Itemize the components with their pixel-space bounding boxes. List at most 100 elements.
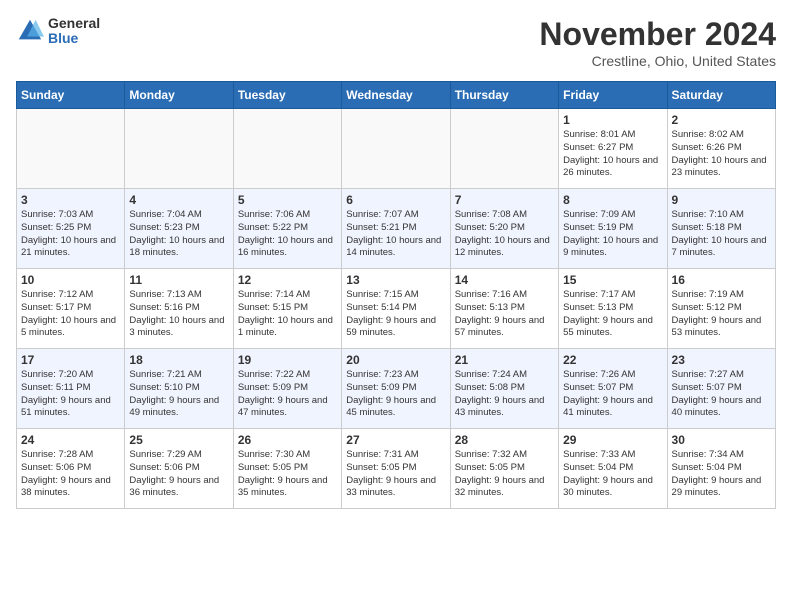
logo-general-text: General xyxy=(48,16,100,31)
day-number: 28 xyxy=(455,433,554,447)
calendar-cell: 20 Sunrise: 7:23 AM Sunset: 5:09 PM Dayli… xyxy=(342,349,450,429)
day-info: Sunrise: 7:07 AM Sunset: 5:21 PM Dayligh… xyxy=(346,209,445,260)
calendar-cell: 26 Sunrise: 7:30 AM Sunset: 5:05 PM Dayli… xyxy=(233,429,341,509)
day-number: 15 xyxy=(563,273,662,287)
day-info: Sunrise: 7:06 AM Sunset: 5:22 PM Dayligh… xyxy=(238,209,337,260)
calendar-week-row: 24 Sunrise: 7:28 AM Sunset: 5:06 PM Dayli… xyxy=(17,429,776,509)
day-info: Sunrise: 7:28 AM Sunset: 5:06 PM Dayligh… xyxy=(21,449,120,500)
day-info: Sunrise: 7:09 AM Sunset: 5:19 PM Dayligh… xyxy=(563,209,662,260)
day-info: Sunrise: 7:30 AM Sunset: 5:05 PM Dayligh… xyxy=(238,449,337,500)
day-info: Sunrise: 8:02 AM Sunset: 6:26 PM Dayligh… xyxy=(672,129,771,180)
calendar-cell: 1 Sunrise: 8:01 AM Sunset: 6:27 PM Daylig… xyxy=(559,109,667,189)
day-number: 5 xyxy=(238,193,337,207)
day-number: 11 xyxy=(129,273,228,287)
calendar-cell: 5 Sunrise: 7:06 AM Sunset: 5:22 PM Daylig… xyxy=(233,189,341,269)
location-text: Crestline, Ohio, United States xyxy=(539,53,776,69)
calendar-cell: 29Sunrise: 7:33 AM Sunset: 5:04 PM Dayli… xyxy=(559,429,667,509)
day-number: 20 xyxy=(346,353,445,367)
calendar-cell: 17Sunrise: 7:20 AM Sunset: 5:11 PM Dayli… xyxy=(17,349,125,429)
weekday-header: Tuesday xyxy=(233,82,341,109)
day-number: 13 xyxy=(346,273,445,287)
calendar-cell: 13 Sunrise: 7:15 AM Sunset: 5:14 PM Dayli… xyxy=(342,269,450,349)
day-number: 1 xyxy=(563,113,662,127)
day-number: 26 xyxy=(238,433,337,447)
weekday-header: Wednesday xyxy=(342,82,450,109)
day-info: Sunrise: 7:19 AM Sunset: 5:12 PM Dayligh… xyxy=(672,289,771,340)
day-number: 3 xyxy=(21,193,120,207)
day-info: Sunrise: 7:10 AM Sunset: 5:18 PM Dayligh… xyxy=(672,209,771,260)
day-number: 21 xyxy=(455,353,554,367)
day-info: Sunrise: 7:04 AM Sunset: 5:23 PM Dayligh… xyxy=(129,209,228,260)
calendar-week-row: 1 Sunrise: 8:01 AM Sunset: 6:27 PM Daylig… xyxy=(17,109,776,189)
day-info: Sunrise: 7:31 AM Sunset: 5:05 PM Dayligh… xyxy=(346,449,445,500)
calendar-cell: 23Sunrise: 7:27 AM Sunset: 5:07 PM Dayli… xyxy=(667,349,775,429)
day-number: 24 xyxy=(21,433,120,447)
logo: General Blue xyxy=(16,16,100,47)
day-info: Sunrise: 7:24 AM Sunset: 5:08 PM Dayligh… xyxy=(455,369,554,420)
weekday-header: Thursday xyxy=(450,82,558,109)
logo-blue-text: Blue xyxy=(48,31,100,46)
calendar-cell: 14 Sunrise: 7:16 AM Sunset: 5:13 PM Dayli… xyxy=(450,269,558,349)
calendar-cell: 6Sunrise: 7:07 AM Sunset: 5:21 PM Daylig… xyxy=(342,189,450,269)
calendar-cell xyxy=(17,109,125,189)
calendar-table: SundayMondayTuesdayWednesdayThursdayFrid… xyxy=(16,81,776,509)
page-header: General Blue November 2024 Crestline, Oh… xyxy=(16,16,776,69)
day-info: Sunrise: 7:12 AM Sunset: 5:17 PM Dayligh… xyxy=(21,289,120,340)
title-block: November 2024 Crestline, Ohio, United St… xyxy=(539,16,776,69)
day-number: 4 xyxy=(129,193,228,207)
day-info: Sunrise: 7:22 AM Sunset: 5:09 PM Dayligh… xyxy=(238,369,337,420)
day-number: 14 xyxy=(455,273,554,287)
calendar-cell: 28 Sunrise: 7:32 AM Sunset: 5:05 PM Dayli… xyxy=(450,429,558,509)
day-info: Sunrise: 7:23 AM Sunset: 5:09 PM Dayligh… xyxy=(346,369,445,420)
calendar-header-row: SundayMondayTuesdayWednesdayThursdayFrid… xyxy=(17,82,776,109)
calendar-cell: 30 Sunrise: 7:34 AM Sunset: 5:04 PM Dayli… xyxy=(667,429,775,509)
day-info: Sunrise: 7:13 AM Sunset: 5:16 PM Dayligh… xyxy=(129,289,228,340)
calendar-cell: 4 Sunrise: 7:04 AM Sunset: 5:23 PM Daylig… xyxy=(125,189,233,269)
day-number: 9 xyxy=(672,193,771,207)
calendar-week-row: 17Sunrise: 7:20 AM Sunset: 5:11 PM Dayli… xyxy=(17,349,776,429)
logo-text: General Blue xyxy=(48,16,100,47)
calendar-cell xyxy=(125,109,233,189)
calendar-cell: 15 Sunrise: 7:17 AM Sunset: 5:13 PM Dayli… xyxy=(559,269,667,349)
day-number: 22 xyxy=(563,353,662,367)
day-number: 27 xyxy=(346,433,445,447)
calendar-week-row: 10Sunrise: 7:12 AM Sunset: 5:17 PM Dayli… xyxy=(17,269,776,349)
day-number: 7 xyxy=(455,193,554,207)
day-info: Sunrise: 7:29 AM Sunset: 5:06 PM Dayligh… xyxy=(129,449,228,500)
day-info: Sunrise: 7:17 AM Sunset: 5:13 PM Dayligh… xyxy=(563,289,662,340)
day-number: 8 xyxy=(563,193,662,207)
day-info: Sunrise: 7:15 AM Sunset: 5:14 PM Dayligh… xyxy=(346,289,445,340)
weekday-header: Monday xyxy=(125,82,233,109)
weekday-header: Friday xyxy=(559,82,667,109)
day-info: Sunrise: 8:01 AM Sunset: 6:27 PM Dayligh… xyxy=(563,129,662,180)
day-number: 2 xyxy=(672,113,771,127)
calendar-cell: 19Sunrise: 7:22 AM Sunset: 5:09 PM Dayli… xyxy=(233,349,341,429)
day-info: Sunrise: 7:32 AM Sunset: 5:05 PM Dayligh… xyxy=(455,449,554,500)
calendar-cell xyxy=(233,109,341,189)
day-number: 18 xyxy=(129,353,228,367)
day-info: Sunrise: 7:20 AM Sunset: 5:11 PM Dayligh… xyxy=(21,369,120,420)
day-info: Sunrise: 7:14 AM Sunset: 5:15 PM Dayligh… xyxy=(238,289,337,340)
day-info: Sunrise: 7:34 AM Sunset: 5:04 PM Dayligh… xyxy=(672,449,771,500)
calendar-cell: 3 Sunrise: 7:03 AM Sunset: 5:25 PM Daylig… xyxy=(17,189,125,269)
logo-icon xyxy=(16,17,44,45)
day-number: 16 xyxy=(672,273,771,287)
day-info: Sunrise: 7:03 AM Sunset: 5:25 PM Dayligh… xyxy=(21,209,120,260)
month-title: November 2024 xyxy=(539,16,776,53)
weekday-header: Saturday xyxy=(667,82,775,109)
day-info: Sunrise: 7:33 AM Sunset: 5:04 PM Dayligh… xyxy=(563,449,662,500)
day-number: 12 xyxy=(238,273,337,287)
calendar-week-row: 3 Sunrise: 7:03 AM Sunset: 5:25 PM Daylig… xyxy=(17,189,776,269)
weekday-header: Sunday xyxy=(17,82,125,109)
calendar-cell: 7Sunrise: 7:08 AM Sunset: 5:20 PM Daylig… xyxy=(450,189,558,269)
calendar-cell: 10Sunrise: 7:12 AM Sunset: 5:17 PM Dayli… xyxy=(17,269,125,349)
day-number: 30 xyxy=(672,433,771,447)
calendar-cell: 11 Sunrise: 7:13 AM Sunset: 5:16 PM Dayli… xyxy=(125,269,233,349)
day-info: Sunrise: 7:16 AM Sunset: 5:13 PM Dayligh… xyxy=(455,289,554,340)
day-info: Sunrise: 7:26 AM Sunset: 5:07 PM Dayligh… xyxy=(563,369,662,420)
calendar-cell: 9 Sunrise: 7:10 AM Sunset: 5:18 PM Daylig… xyxy=(667,189,775,269)
calendar-cell: 8 Sunrise: 7:09 AM Sunset: 5:19 PM Daylig… xyxy=(559,189,667,269)
calendar-cell: 27 Sunrise: 7:31 AM Sunset: 5:05 PM Dayli… xyxy=(342,429,450,509)
calendar-cell: 24 Sunrise: 7:28 AM Sunset: 5:06 PM Dayli… xyxy=(17,429,125,509)
calendar-cell: 18Sunrise: 7:21 AM Sunset: 5:10 PM Dayli… xyxy=(125,349,233,429)
